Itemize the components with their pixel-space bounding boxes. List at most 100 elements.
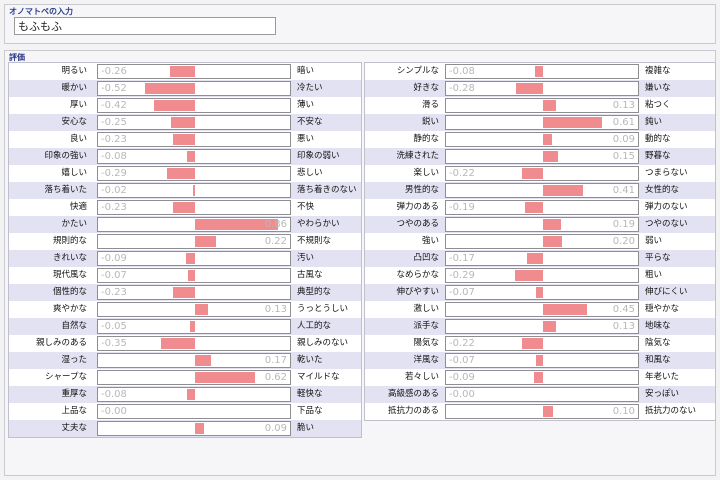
evaluation-row: 湿った 0.17 乾いた bbox=[9, 352, 361, 369]
onomatopoeia-input[interactable] bbox=[14, 17, 276, 35]
left-adjective-label: 洋風な bbox=[413, 355, 439, 365]
right-adjective-label: 落ち着きのない bbox=[297, 185, 357, 195]
evaluation-row: 強い 0.20 弱い bbox=[365, 233, 715, 250]
left-adjective-label: つやのある bbox=[396, 219, 439, 229]
left-adjective-label: 洗練された bbox=[396, 151, 439, 161]
left-adjective-label: 現代風な bbox=[52, 270, 87, 280]
score-bar: 0.17 bbox=[97, 353, 291, 368]
evaluation-row: 洗練された 0.15 野暮な bbox=[365, 148, 715, 165]
score-value: -0.28 bbox=[449, 83, 475, 94]
right-adjective-label: 脆い bbox=[297, 423, 315, 433]
score-bar: -0.35 bbox=[97, 336, 291, 351]
evaluation-row: 静的な 0.09 動的な bbox=[365, 131, 715, 148]
right-adjective-label: 和風な bbox=[645, 355, 671, 365]
left-adjective-label: 印象の強い bbox=[44, 151, 87, 161]
right-adjective-label: 悪い bbox=[297, 134, 315, 144]
score-bar-fill bbox=[195, 372, 256, 383]
score-bar-fill bbox=[543, 117, 603, 128]
left-adjective-label: かたい bbox=[61, 219, 87, 229]
left-adjective-label: シンプルな bbox=[396, 66, 439, 76]
score-value: 0.22 bbox=[264, 236, 287, 247]
evaluation-row: 明るい -0.26 暗い bbox=[9, 63, 361, 80]
score-bar-fill bbox=[515, 83, 543, 94]
evaluation-row: 丈夫な 0.09 脆い bbox=[9, 420, 361, 437]
score-bar-fill bbox=[536, 355, 543, 366]
score-bar-fill bbox=[543, 100, 556, 111]
score-bar-fill bbox=[534, 372, 543, 383]
right-adjective-label: 軽快な bbox=[297, 389, 323, 399]
score-value: -0.08 bbox=[101, 151, 127, 162]
evaluation-row: 規則的な 0.22 不規則な bbox=[9, 233, 361, 250]
score-value: -0.08 bbox=[449, 66, 475, 77]
score-bar-fill bbox=[521, 168, 543, 179]
evaluation-row: 陽気な -0.22 陰気な bbox=[365, 335, 715, 352]
score-bar-fill bbox=[172, 202, 195, 213]
score-bar: 0.41 bbox=[445, 183, 639, 198]
score-bar-fill bbox=[536, 287, 543, 298]
evaluation-row: 安心な -0.25 不安な bbox=[9, 114, 361, 131]
score-bar: -0.07 bbox=[445, 285, 639, 300]
score-bar: -0.19 bbox=[445, 200, 639, 215]
left-adjective-label: 若々しい bbox=[404, 372, 439, 382]
score-bar: -0.08 bbox=[97, 387, 291, 402]
score-bar: -0.17 bbox=[445, 251, 639, 266]
evaluation-row: 伸びやすい -0.07 伸びにくい bbox=[365, 284, 715, 301]
score-bar-fill bbox=[172, 134, 195, 145]
right-adjective-label: 印象の弱い bbox=[297, 151, 340, 161]
score-bar: 0.13 bbox=[445, 98, 639, 113]
score-bar: -0.26 bbox=[97, 64, 291, 79]
left-adjective-label: 良い bbox=[69, 134, 87, 144]
right-adjective-label: 不快 bbox=[297, 202, 315, 212]
score-value: -0.52 bbox=[101, 83, 127, 94]
evaluation-row: 男性的な 0.41 女性的な bbox=[365, 182, 715, 199]
score-value: -0.05 bbox=[101, 321, 127, 332]
left-adjective-label: 滑る bbox=[421, 100, 439, 110]
score-bar-fill bbox=[543, 321, 556, 332]
right-adjective-label: 冷たい bbox=[297, 83, 323, 93]
right-adjective-label: つやのない bbox=[645, 219, 688, 229]
score-bar-fill bbox=[543, 304, 587, 315]
evaluation-row: かたい 0.86 やわらかい bbox=[9, 216, 361, 233]
score-bar-fill bbox=[195, 236, 217, 247]
evaluation-row: 個性的な -0.23 典型的な bbox=[9, 284, 361, 301]
evaluation-row: 洋風な -0.07 和風な bbox=[365, 352, 715, 369]
right-adjective-label: 人工的な bbox=[297, 321, 332, 331]
evaluation-row: 良い -0.23 悪い bbox=[9, 131, 361, 148]
right-adjective-label: 下品な bbox=[297, 406, 323, 416]
right-adjective-label: 野暮な bbox=[645, 151, 671, 161]
right-adjective-label: 粗い bbox=[645, 270, 663, 280]
right-adjective-label: 穏やかな bbox=[645, 304, 680, 314]
score-value: -0.23 bbox=[101, 287, 127, 298]
score-bar: -0.23 bbox=[97, 285, 291, 300]
score-value: 0.09 bbox=[612, 134, 635, 145]
right-adjective-label: 古風な bbox=[297, 270, 323, 280]
left-adjective-label: 落ち着いた bbox=[44, 185, 87, 195]
evaluation-row: なめらかな -0.29 粗い bbox=[365, 267, 715, 284]
score-bar: -0.05 bbox=[97, 319, 291, 334]
evaluation-row: 親しみのある -0.35 親しみのない bbox=[9, 335, 361, 352]
left-adjective-label: 重厚な bbox=[61, 389, 87, 399]
left-adjective-label: 男性的な bbox=[404, 185, 439, 195]
score-bar-fill bbox=[195, 304, 208, 315]
score-bar-fill bbox=[166, 168, 195, 179]
evaluation-column-left: 明るい -0.26 暗い暖かい -0.52 冷たい厚い -0.42 薄い 安心な -0.25 不安… bbox=[8, 62, 362, 438]
left-adjective-label: 個性的な bbox=[52, 287, 87, 297]
right-adjective-label: 粘つく bbox=[645, 100, 671, 110]
evaluation-row: 現代風な -0.07 古風な bbox=[9, 267, 361, 284]
score-bar: -0.00 bbox=[97, 404, 291, 419]
evaluation-row: 派手な 0.13 地味な bbox=[365, 318, 715, 335]
score-value: 0.09 bbox=[264, 423, 287, 434]
evaluation-row: 厚い -0.42 薄い bbox=[9, 97, 361, 114]
score-bar: -0.52 bbox=[97, 81, 291, 96]
score-bar-fill bbox=[188, 270, 195, 281]
left-adjective-label: 派手な bbox=[413, 321, 439, 331]
score-bar: -0.08 bbox=[445, 64, 639, 79]
left-adjective-label: 楽しい bbox=[413, 168, 439, 178]
score-value: -0.07 bbox=[449, 355, 475, 366]
left-adjective-label: 暖かい bbox=[61, 83, 87, 93]
right-adjective-label: 親しみのない bbox=[297, 338, 349, 348]
score-bar-fill bbox=[543, 406, 553, 417]
right-adjective-label: 陰気な bbox=[645, 338, 671, 348]
score-bar: 0.61 bbox=[445, 115, 639, 130]
right-adjective-label: 汚い bbox=[297, 253, 315, 263]
